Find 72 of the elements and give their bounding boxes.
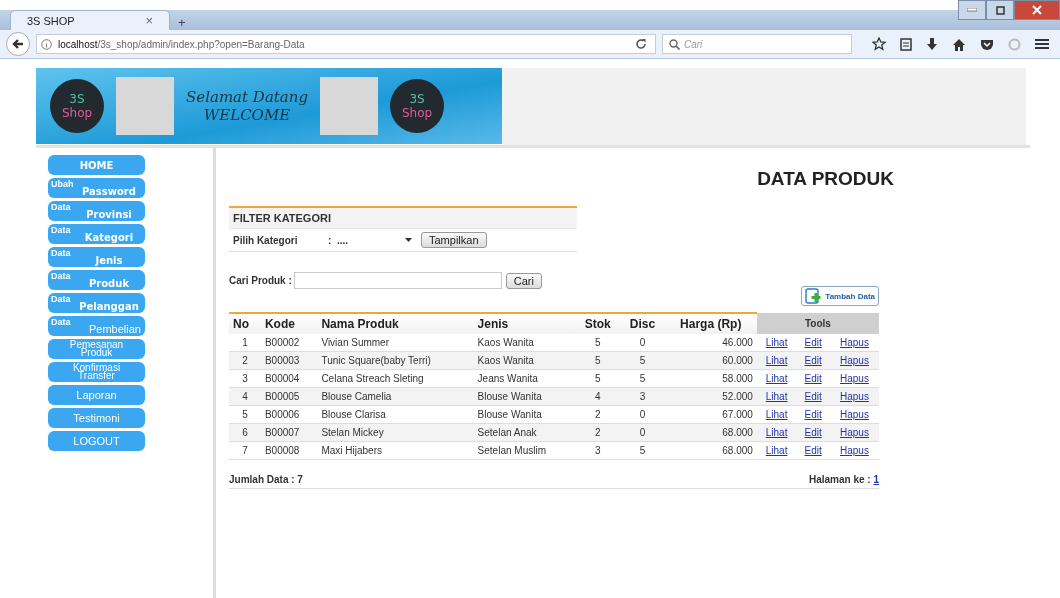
action-link[interactable]: Hapus [840, 391, 869, 402]
column-header: Jenis [473, 313, 576, 334]
action-link[interactable]: Hapus [840, 409, 869, 420]
action-link[interactable]: Lihat [765, 445, 788, 456]
action-link[interactable]: Hapus [840, 427, 869, 438]
action-link[interactable]: Lihat [765, 427, 788, 438]
browser-tab[interactable]: 3S SHOP × [10, 10, 170, 30]
action-link[interactable]: Edit [804, 391, 822, 402]
action-link[interactable]: Lihat [765, 355, 788, 366]
search-label: Cari Produk : [229, 275, 292, 286]
column-header: Nama Produk [317, 313, 474, 334]
reload-icon[interactable] [635, 38, 647, 50]
action-link[interactable]: Lihat [765, 409, 788, 420]
menu-icon[interactable] [1035, 38, 1049, 50]
add-data-button[interactable]: Tambah Data [801, 286, 879, 306]
page-label: Halaman ke : [808, 474, 872, 485]
table-cell: Kaos Wanita [473, 334, 576, 352]
welcome-text: WELCOME [203, 106, 291, 124]
action-link[interactable]: Lihat [765, 373, 788, 384]
table-cell: 1 [229, 334, 261, 352]
column-header: Kode [260, 313, 318, 334]
table-cell: 5 [575, 334, 621, 352]
tab-title: 3S SHOP [27, 14, 75, 27]
download-icon[interactable] [926, 37, 938, 51]
row-count: Jumlah Data : 7 [229, 474, 303, 485]
maximize-icon[interactable] [986, 0, 1014, 20]
search-icon [669, 38, 680, 50]
column-header: Disc [620, 313, 665, 334]
search-button[interactable]: Cari [505, 272, 542, 289]
table-cell: Vivian Summer [317, 334, 474, 352]
greeting-text: Selamat Datang [186, 88, 309, 106]
action-link[interactable]: Hapus [840, 337, 869, 348]
action-link[interactable]: Hapus [840, 355, 869, 366]
action-link[interactable]: Edit [804, 337, 822, 348]
filter-title: FILTER KATEGORI [229, 208, 577, 229]
action-link[interactable]: Hapus [840, 373, 869, 384]
address-bar[interactable]: localhost/3s_shop/admin/index.php?open=Barang-Data [36, 34, 656, 54]
photo-placeholder [320, 77, 379, 135]
tab-close-button[interactable]: × [137, 13, 161, 28]
clipboard-icon[interactable] [900, 37, 912, 51]
star-icon[interactable] [872, 37, 886, 51]
column-header: Tools [756, 313, 879, 334]
show-button[interactable]: Tampilkan [421, 232, 487, 248]
shop-logo: 3S Shop [50, 79, 104, 133]
home-icon[interactable] [952, 37, 966, 51]
action-link[interactable]: Edit [804, 427, 822, 438]
filter-label: Pilih Kategori [233, 234, 299, 246]
table-cell: 46.000 [664, 334, 757, 352]
column-header: No [229, 313, 261, 334]
action-link[interactable]: Lihat [765, 391, 788, 402]
page-title: DATA PRODUK [757, 168, 894, 190]
column-header: Harga (Rp) [664, 313, 757, 334]
close-icon[interactable] [1014, 0, 1060, 20]
product-search-field[interactable] [293, 272, 502, 289]
page-link[interactable]: 1 [873, 474, 879, 485]
action-link[interactable]: Edit [804, 373, 822, 384]
column-header: Stok [575, 313, 621, 334]
add-document-icon [805, 288, 824, 304]
action-link[interactable]: Edit [804, 445, 822, 456]
back-icon[interactable] [6, 32, 30, 56]
photo-placeholder [116, 77, 174, 135]
table-cell: B00002 [260, 334, 318, 352]
new-tab-button[interactable]: + [170, 15, 194, 30]
caret-icon [405, 238, 412, 242]
info-icon [41, 38, 52, 50]
action-link[interactable]: Hapus [840, 445, 869, 456]
url-text: localhost/3s_shop/admin/index.php?open=Barang-Data [58, 38, 305, 50]
action-link[interactable]: Edit [804, 409, 822, 420]
shop-logo: 3S Shop [390, 79, 445, 133]
action-link[interactable]: Lihat [765, 337, 788, 348]
action-link[interactable]: Edit [804, 355, 822, 366]
table-cell: 0 [620, 334, 665, 352]
